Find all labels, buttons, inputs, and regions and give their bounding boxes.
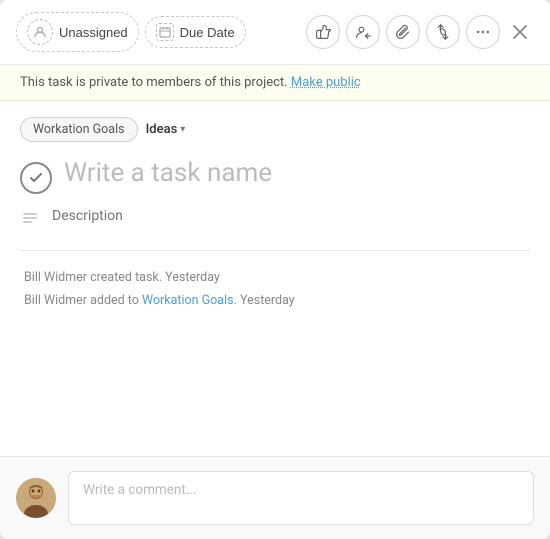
task-body: Workation Goals Ideas ▾	[0, 101, 550, 456]
task-name-input[interactable]	[64, 158, 530, 188]
activity-user-2: Bill Widmer	[24, 293, 87, 308]
assign-button[interactable]	[346, 15, 380, 49]
toolbar-left: Unassigned Due Date	[16, 12, 298, 52]
activity-line-1: Bill Widmer created task. Yesterday	[24, 267, 530, 290]
repeat-button[interactable]	[426, 15, 460, 49]
activity-action-2: added to	[87, 293, 142, 308]
activity-action-1: created task.	[87, 270, 162, 285]
due-date-label: Due Date	[180, 25, 235, 40]
toolbar: Unassigned Due Date	[0, 0, 550, 65]
task-modal: Unassigned Due Date	[0, 0, 550, 539]
unassigned-button[interactable]: Unassigned	[16, 12, 139, 52]
make-public-link[interactable]: Make public	[291, 75, 361, 90]
unassigned-label: Unassigned	[59, 25, 128, 40]
privacy-banner: This task is private to members of this …	[0, 65, 550, 101]
activity-time-2: . Yesterday	[234, 293, 295, 308]
activity-log: Bill Widmer created task. Yesterday Bill…	[20, 267, 530, 312]
divider	[20, 250, 530, 251]
complete-button[interactable]	[20, 162, 52, 194]
more-button[interactable]	[466, 15, 500, 49]
activity-link-2[interactable]: Workation Goals	[142, 293, 234, 308]
ideas-label: Ideas	[146, 122, 178, 137]
user-avatar	[16, 478, 56, 518]
privacy-text: This task is private to members of this …	[20, 75, 288, 90]
close-button[interactable]	[506, 18, 534, 46]
comment-footer	[0, 456, 550, 539]
activity-user-1: Bill Widmer	[24, 270, 87, 285]
description-icon	[20, 210, 40, 230]
workation-goals-tag[interactable]: Workation Goals	[20, 117, 138, 142]
toolbar-right	[306, 15, 534, 49]
description-row	[20, 208, 530, 230]
activity-line-2: Bill Widmer added to Workation Goals. Ye…	[24, 290, 530, 313]
due-date-button[interactable]: Due Date	[145, 16, 246, 48]
attach-button[interactable]	[386, 15, 420, 49]
ideas-dropdown[interactable]: Ideas ▾	[146, 122, 186, 137]
comment-input[interactable]	[68, 471, 534, 525]
activity-time-1: Yesterday	[162, 270, 220, 285]
tags-row: Workation Goals Ideas ▾	[20, 117, 530, 142]
chevron-down-icon: ▾	[180, 124, 185, 135]
description-input[interactable]	[52, 208, 530, 224]
like-button[interactable]	[306, 15, 340, 49]
task-name-row	[20, 158, 530, 194]
calendar-icon	[156, 23, 174, 41]
unassigned-avatar-icon	[27, 19, 53, 45]
